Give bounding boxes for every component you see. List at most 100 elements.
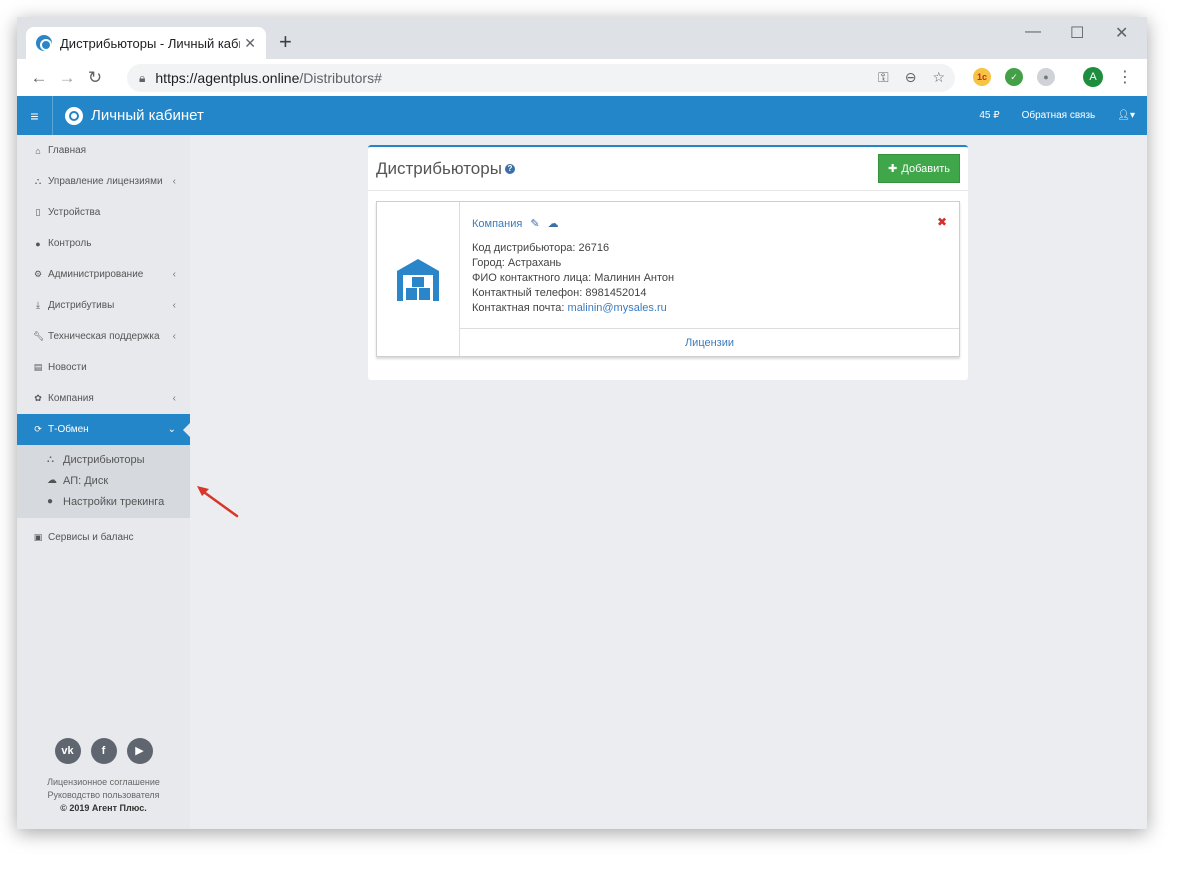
sidebar-item-distributives[interactable]: ⤓ Дистрибутивы ‹ [17, 290, 190, 321]
sidebar-item-label: Компания [48, 393, 94, 404]
profile-avatar[interactable]: A [1083, 67, 1103, 87]
plus-icon: ✚ [888, 163, 898, 175]
submenu-item-disk[interactable]: ☁ АП: Диск [17, 470, 190, 491]
cloud-download-icon[interactable]: ☁ [548, 217, 559, 230]
sidebar-item-label: Главная [48, 145, 87, 156]
sidebar-item-label: Контроль [48, 238, 92, 249]
brand-logo-icon [65, 106, 83, 125]
shield-extension-icon[interactable]: ✓ [1005, 68, 1023, 86]
sidebar-item-services[interactable]: ▣ Сервисы и баланс [17, 522, 190, 553]
globe-icon: ● [35, 238, 41, 249]
feedback-link[interactable]: Обратная связь [1022, 110, 1096, 121]
add-button[interactable]: ✚ Добавить [878, 154, 960, 183]
annotation-arrow-icon [197, 486, 239, 518]
sidebar-item-t-exchange[interactable]: ⟳ Т-Обмен ⌄ [17, 414, 190, 445]
sidebar-item-label: Дистрибутивы [48, 300, 115, 311]
warehouse-icon [377, 202, 460, 356]
1c-extension-icon[interactable]: 1c [973, 68, 991, 86]
youtube-icon[interactable]: ▶ [126, 738, 153, 764]
submenu-item-distributors[interactable]: ⛬ Дистрибьюторы [17, 449, 190, 470]
distributor-code: Код дистрибьютора: 26716 [472, 242, 610, 254]
browser-menu-icon[interactable]: ⋮ [1117, 67, 1133, 87]
panel-header: Дистрибьюторы ? ✚ Добавить [368, 147, 968, 191]
sidebar-item-label: Устройства [48, 207, 101, 218]
new-tab-icon[interactable]: + [279, 31, 292, 53]
forward-icon[interactable]: → [53, 68, 81, 88]
gear-icon: ✿ [34, 393, 42, 403]
contact-person: ФИО контактного лица: Малинин Антон [472, 272, 675, 284]
window-close-icon[interactable]: ✕ [1115, 23, 1128, 43]
delete-icon[interactable]: ✖ [937, 215, 947, 229]
sidebar: ⌂ Главная ⛬ Управление лицензиями ‹ ▯ Ус… [17, 135, 190, 829]
distributor-card: Компания ✎ ☁ Код дистрибьютора: 26716 Го… [376, 201, 960, 357]
facebook-icon[interactable]: f [90, 738, 117, 764]
site-favicon-icon [36, 35, 52, 51]
sidebar-item-support[interactable]: 🔧︎ Техническая поддержка ‹ [17, 321, 190, 352]
user-guide-link[interactable]: Руководство пользователя [17, 789, 190, 802]
cloud-icon: ☁ [47, 475, 57, 486]
lock-icon[interactable]: 🔒︎ [139, 71, 145, 86]
sidebar-item-licenses[interactable]: ⛬ Управление лицензиями ‹ [17, 166, 190, 197]
pencil-icon[interactable]: ✎ [530, 217, 539, 230]
add-button-label: Добавить [901, 162, 950, 175]
vk-icon[interactable]: vk [54, 738, 81, 764]
sidebar-item-home[interactable]: ⌂ Главная [17, 135, 190, 166]
main-content: Дистрибьюторы ? ✚ Добавить Компания ✎ ☁ … [190, 135, 1147, 829]
mobile-icon: ▯ [35, 207, 41, 217]
download-icon: ⤓ [36, 300, 40, 310]
sidebar-item-company[interactable]: ✿ Компания ‹ [17, 383, 190, 414]
submenu-item-label: Настройки трекинга [63, 495, 165, 508]
newspaper-icon: ▤ [33, 362, 43, 372]
sidebar-item-label: Администрирование [48, 269, 144, 280]
user-menu-icon[interactable]: 👤︎▾ [1117, 110, 1135, 121]
sidebar-item-news[interactable]: ▤ Новости [17, 352, 190, 383]
balance-badge[interactable]: 45 ₽ [979, 110, 999, 121]
key-icon[interactable]: ⚿ [878, 69, 889, 86]
email-label: Контактная почта: [472, 302, 565, 314]
zoom-icon[interactable]: ⊖ [905, 69, 917, 86]
licenses-link[interactable]: Лицензии [460, 329, 959, 357]
submenu-item-tracking[interactable]: ● Настройки трекинга [17, 491, 190, 512]
copyright: © 2019 Агент Плюс. [60, 803, 147, 813]
distributors-panel: Дистрибьюторы ? ✚ Добавить Компания ✎ ☁ … [368, 145, 968, 380]
chevron-left-icon: ‹ [172, 176, 176, 187]
company-link[interactable]: Компания [472, 218, 522, 230]
sidebar-footer: vk f ▶ Лицензионное соглашение Руководст… [17, 738, 190, 829]
minimize-icon[interactable]: — [1025, 23, 1041, 41]
submenu-item-label: АП: Диск [63, 474, 109, 487]
reload-icon[interactable]: ↻ [81, 68, 109, 88]
brand-title[interactable]: Личный кабинет [91, 107, 204, 124]
distributor-city: Город: Астрахань [472, 257, 562, 269]
circle-extension-icon[interactable]: ● [1037, 68, 1055, 86]
t-exchange-submenu: ⛬ Дистрибьюторы ☁ АП: Диск ● Настройки т… [17, 445, 190, 518]
sidebar-item-control[interactable]: ● Контроль [17, 228, 190, 259]
address-bar[interactable]: 🔒︎ https://agentplus.online/Distributors… [127, 64, 955, 92]
chevron-left-icon: ‹ [172, 269, 176, 280]
chevron-left-icon: ‹ [172, 331, 176, 342]
money-icon: ▣ [33, 532, 43, 542]
hamburger-icon[interactable]: ≡ [17, 96, 53, 135]
cogs-icon: ⚙ [33, 269, 43, 279]
sidebar-item-admin[interactable]: ⚙ Администрирование ‹ [17, 259, 190, 290]
wrench-icon: 🔧︎ [33, 331, 45, 341]
close-tab-icon[interactable]: ✕ [244, 35, 256, 52]
help-icon[interactable]: ? [504, 163, 515, 174]
license-agreement-link[interactable]: Лицензионное соглашение [17, 776, 190, 789]
chevron-down-icon: ⌄ [167, 424, 176, 435]
globe-icon: ● [47, 496, 54, 507]
sidebar-item-devices[interactable]: ▯ Устройства [17, 197, 190, 228]
page-title: Дистрибьюторы [376, 158, 502, 178]
sitemap-icon: ⛬ [47, 454, 54, 465]
sidebar-item-label: Т-Обмен [48, 424, 89, 435]
browser-tab[interactable]: Дистрибьюторы - Личный каби ✕ [26, 27, 266, 59]
star-icon[interactable]: ☆ [932, 69, 945, 86]
contact-phone: Контактный телефон: 8981452014 [472, 287, 647, 299]
email-link[interactable]: malinin@mysales.ru [568, 302, 667, 314]
contact-email-row: Контактная почта: malinin@mysales.ru [472, 301, 947, 316]
home-icon: ⌂ [35, 145, 41, 156]
refresh-icon: ⟳ [34, 424, 42, 434]
tab-bar: Дистрибьюторы - Личный каби ✕ + — ☐ ✕ [17, 17, 1147, 59]
back-icon[interactable]: ← [25, 68, 53, 88]
app-header: ≡ Личный кабинет 45 ₽ Обратная связь 👤︎▾ [17, 96, 1147, 135]
maximize-icon[interactable]: ☐ [1070, 23, 1084, 43]
